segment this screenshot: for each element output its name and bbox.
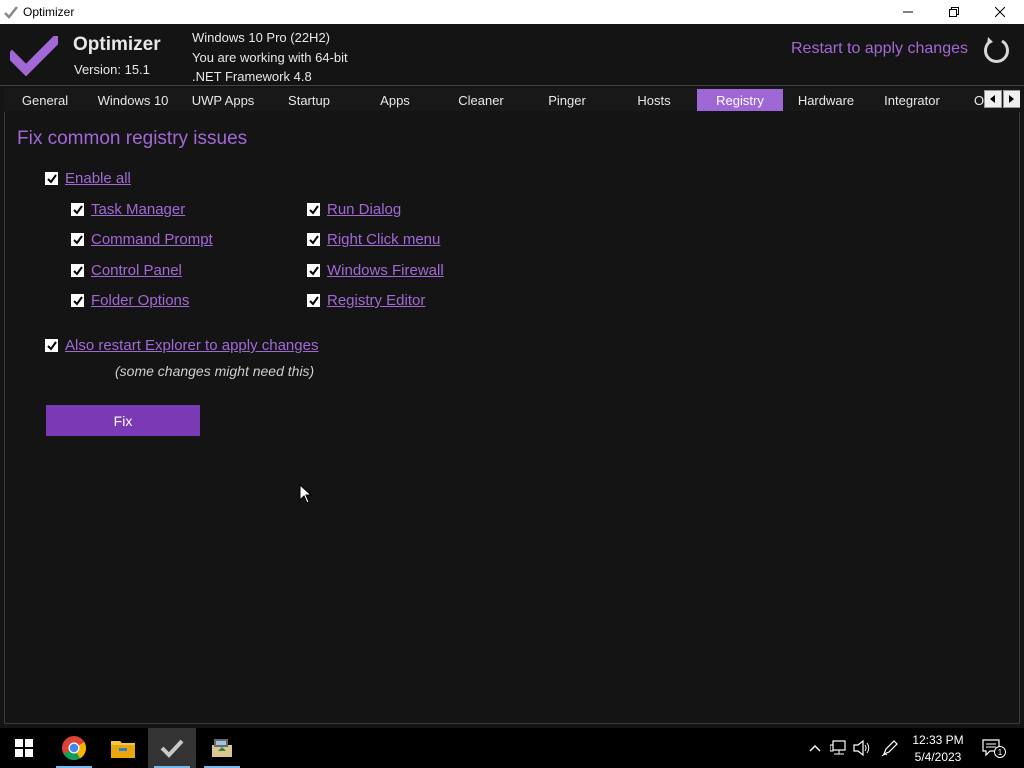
check-icon[interactable] (307, 264, 320, 277)
restart-explorer-label[interactable]: Also restart Explorer to apply changes (65, 337, 318, 354)
task-manager-checkbox[interactable]: Task Manager (71, 201, 185, 218)
app-name: Optimizer (73, 34, 161, 55)
restore-button[interactable] (931, 0, 977, 24)
tab-registry[interactable]: Registry (697, 89, 783, 111)
folder-options-label[interactable]: Folder Options (91, 292, 189, 309)
fix-button[interactable]: Fix (46, 405, 200, 436)
tab-hardware[interactable]: Hardware (783, 89, 869, 111)
registry-panel: Fix common registry issues Enable all Ta… (4, 112, 1020, 724)
task-manager-label[interactable]: Task Manager (91, 201, 185, 218)
tab-windows-10[interactable]: Windows 10 (90, 89, 176, 111)
restart-hint: (some changes might need this) (115, 363, 315, 379)
check-icon[interactable] (71, 203, 84, 216)
check-icon[interactable] (45, 172, 58, 185)
command-prompt-label[interactable]: Command Prompt (91, 231, 213, 248)
windows-firewall-checkbox[interactable]: Windows Firewall (307, 262, 444, 279)
os-info: Windows 10 Pro (22H2) (192, 30, 330, 45)
right-click-menu-label[interactable]: Right Click menu (327, 231, 440, 248)
check-icon[interactable] (45, 339, 58, 352)
check-icon[interactable] (307, 203, 320, 216)
file-explorer-icon[interactable] (99, 728, 147, 768)
check-icon[interactable] (307, 294, 320, 307)
tab-apps[interactable]: Apps (352, 89, 438, 111)
app-check-icon (3, 4, 19, 20)
volume-icon[interactable] (852, 738, 872, 758)
control-panel-label[interactable]: Control Panel (91, 262, 182, 279)
title-bar: Optimizer (0, 0, 1024, 24)
run-dialog-checkbox[interactable]: Run Dialog (307, 201, 401, 218)
check-icon[interactable] (71, 264, 84, 277)
registry-editor-checkbox[interactable]: Registry Editor (307, 292, 425, 309)
tab-uwp-apps[interactable]: UWP Apps (180, 89, 266, 111)
chrome-icon[interactable] (50, 728, 98, 768)
check-icon[interactable] (71, 233, 84, 246)
clock-time: 12:33 PM (912, 733, 964, 747)
minimize-button[interactable] (885, 0, 931, 24)
arch-info: You are working with 64-bit (192, 49, 348, 65)
tab-scroll-left-icon[interactable] (984, 90, 1002, 108)
run-dialog-label[interactable]: Run Dialog (327, 201, 401, 218)
tab-pinger[interactable]: Pinger (524, 89, 610, 111)
check-icon[interactable] (307, 233, 320, 246)
app-version: Version: 15.1 (74, 62, 150, 77)
enable-all-label[interactable]: Enable all (65, 170, 131, 187)
start-icon[interactable] (0, 728, 48, 768)
windows-firewall-label[interactable]: Windows Firewall (327, 262, 444, 279)
tab-startup[interactable]: Startup (266, 89, 352, 111)
network-icon[interactable] (829, 738, 849, 758)
close-button[interactable] (977, 0, 1023, 24)
mouse-cursor-icon (299, 483, 313, 504)
pen-icon[interactable] (880, 738, 900, 758)
notification-count: 1 (994, 746, 1006, 758)
optimizer-logo-icon (5, 33, 63, 77)
optimizer-icon[interactable] (148, 728, 196, 768)
enable-all-checkbox[interactable]: Enable all (45, 170, 131, 187)
registry-editor-label[interactable]: Registry Editor (327, 292, 425, 309)
restart-explorer-checkbox[interactable]: Also restart Explorer to apply changes (45, 337, 318, 354)
tab-hosts[interactable]: Hosts (611, 89, 697, 111)
system-info: Windows 10 Pro (22H2) You are working wi… (192, 28, 348, 87)
tab-bar: General Windows 10 UWP Apps Startup Apps… (4, 88, 1020, 111)
restart-label[interactable]: Restart to apply changes (791, 40, 968, 58)
right-click-menu-checkbox[interactable]: Right Click menu (307, 231, 440, 248)
check-icon[interactable] (71, 294, 84, 307)
tab-integrator[interactable]: Integrator (869, 89, 955, 111)
clock-date: 5/4/2023 (914, 750, 962, 764)
restart-icon[interactable] (982, 35, 1012, 65)
window-title: Optimizer (23, 5, 75, 19)
notification-icon[interactable]: 1 (982, 738, 1006, 758)
folder-options-checkbox[interactable]: Folder Options (71, 292, 189, 309)
tab-general[interactable]: General (4, 89, 86, 111)
framework-info: .NET Framework 4.8 (192, 69, 312, 84)
system-clock[interactable]: 12:33 PM 5/4/2023 (905, 732, 971, 766)
taskbar: 12:33 PM 5/4/2023 1 (0, 728, 1024, 768)
app-header: Optimizer Version: 15.1 Windows 10 Pro (… (0, 24, 1024, 86)
installer-icon[interactable] (198, 728, 246, 768)
tab-cleaner[interactable]: Cleaner (438, 89, 524, 111)
control-panel-checkbox[interactable]: Control Panel (71, 262, 182, 279)
chevron-up-icon[interactable] (805, 738, 825, 758)
optimizer-window: Optimizer Optimizer Version: 15.1 Window… (0, 0, 1024, 768)
section-title: Fix common registry issues (17, 128, 248, 149)
tab-scroll-right-icon[interactable] (1003, 90, 1020, 108)
command-prompt-checkbox[interactable]: Command Prompt (71, 231, 213, 248)
